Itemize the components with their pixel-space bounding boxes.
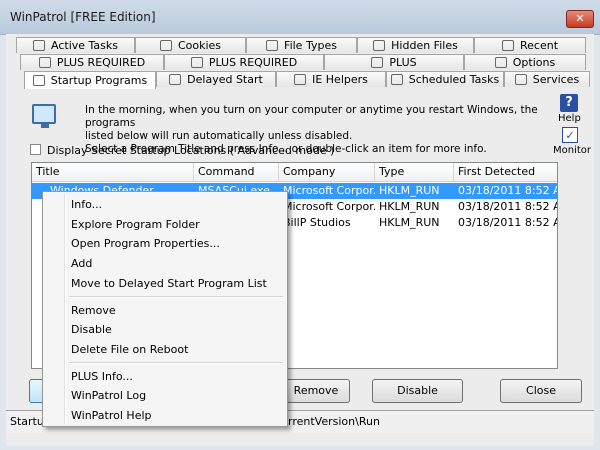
tab-row-1: Active Tasks Cookies File Types Hidden F…: [6, 37, 594, 54]
monitor-checkmark-icon[interactable]: ✓: [562, 127, 578, 143]
menu-icon-strip: [64, 194, 66, 424]
monitor-label: Monitor: [553, 145, 592, 156]
column-first-detected[interactable]: First Detected: [454, 163, 557, 181]
tab-plus[interactable]: PLUS: [324, 54, 464, 70]
tab-plus-required-1[interactable]: PLUS REQUIRED: [20, 54, 164, 70]
tab-plus-required-2[interactable]: PLUS REQUIRED: [164, 54, 324, 70]
menu-item-delete-reboot[interactable]: Delete File on Reboot: [71, 343, 188, 356]
window-title: WinPatrol [FREE Edition]: [10, 10, 156, 24]
secret-locations-label: Display Secret Startup Locations ( Advan…: [47, 144, 335, 157]
tab-active-tasks[interactable]: Active Tasks: [16, 37, 135, 53]
cookie-icon: [159, 40, 172, 51]
column-company[interactable]: Company: [279, 163, 375, 181]
help-icon[interactable]: ?: [560, 94, 578, 112]
tab-startup-programs[interactable]: Startup Programs: [24, 71, 156, 89]
menu-item-winpatrol-log[interactable]: WinPatrol Log: [71, 389, 146, 402]
menu-item-move-delayed[interactable]: Move to Delayed Start Program List: [71, 277, 267, 290]
winpatrol-window: WinPatrol [FREE Edition] ✕ Active Tasks …: [0, 0, 600, 450]
tab-scheduled-tasks[interactable]: Scheduled Tasks: [386, 71, 504, 87]
menu-item-open-properties[interactable]: Open Program Properties...: [71, 237, 220, 250]
startup-monitor-icon: [32, 104, 56, 128]
hidden-files-icon: [373, 40, 386, 51]
filetypes-icon: [266, 40, 279, 51]
tasks-icon: [33, 40, 45, 51]
title-bar[interactable]: WinPatrol [FREE Edition] ✕: [0, 0, 600, 35]
secret-locations-checkbox[interactable]: [30, 144, 41, 155]
column-command[interactable]: Command: [194, 163, 279, 181]
tab-row-3: Startup Programs Delayed Start IE Helper…: [6, 71, 594, 89]
recent-icon: [501, 40, 514, 51]
ie-icon: [294, 74, 307, 85]
menu-separator: [69, 296, 283, 298]
options-icon: [494, 57, 507, 68]
list-header: Title Command Company Type First Detecte…: [32, 163, 557, 182]
services-icon: [514, 74, 527, 85]
tab-file-types[interactable]: File Types: [246, 37, 357, 53]
help-label: Help: [558, 113, 581, 124]
status-text-left: Startu: [10, 415, 44, 428]
tab-row-2: PLUS REQUIRED PLUS REQUIRED PLUS Options: [6, 54, 594, 71]
startup-icon: [32, 75, 45, 86]
menu-item-explore-folder[interactable]: Explore Program Folder: [71, 218, 200, 231]
menu-item-remove[interactable]: Remove: [71, 304, 116, 317]
context-menu: Info... Explore Program Folder Open Prog…: [42, 191, 288, 427]
plus-icon: [190, 57, 203, 68]
tab-cookies[interactable]: Cookies: [135, 37, 246, 53]
disable-button[interactable]: Disable: [372, 379, 463, 403]
plus-icon: [38, 57, 51, 68]
tab-ie-helpers[interactable]: IE Helpers: [276, 71, 386, 87]
close-window-button[interactable]: ✕: [566, 10, 594, 28]
tab-hidden-files[interactable]: Hidden Files: [357, 37, 474, 53]
delayed-icon: [169, 74, 182, 85]
menu-item-winpatrol-help[interactable]: WinPatrol Help: [71, 409, 152, 422]
menu-separator: [69, 362, 283, 364]
tab-options[interactable]: Options: [464, 54, 586, 70]
column-title[interactable]: Title: [32, 163, 194, 181]
menu-item-add[interactable]: Add: [71, 257, 92, 270]
menu-item-plus-info[interactable]: PLUS Info...: [71, 370, 133, 383]
scheduled-icon: [390, 74, 403, 85]
menu-item-disable[interactable]: Disable: [71, 323, 112, 336]
tab-delayed-start[interactable]: Delayed Start: [156, 71, 276, 87]
column-type[interactable]: Type: [375, 163, 454, 181]
plus-icon: [371, 57, 384, 68]
tab-recent[interactable]: Recent: [474, 37, 586, 53]
close-button[interactable]: Close: [500, 379, 582, 403]
tab-services[interactable]: Services: [504, 71, 590, 87]
menu-item-info[interactable]: Info...: [71, 198, 102, 211]
status-text-right: rrentVersion\Run: [288, 415, 380, 428]
